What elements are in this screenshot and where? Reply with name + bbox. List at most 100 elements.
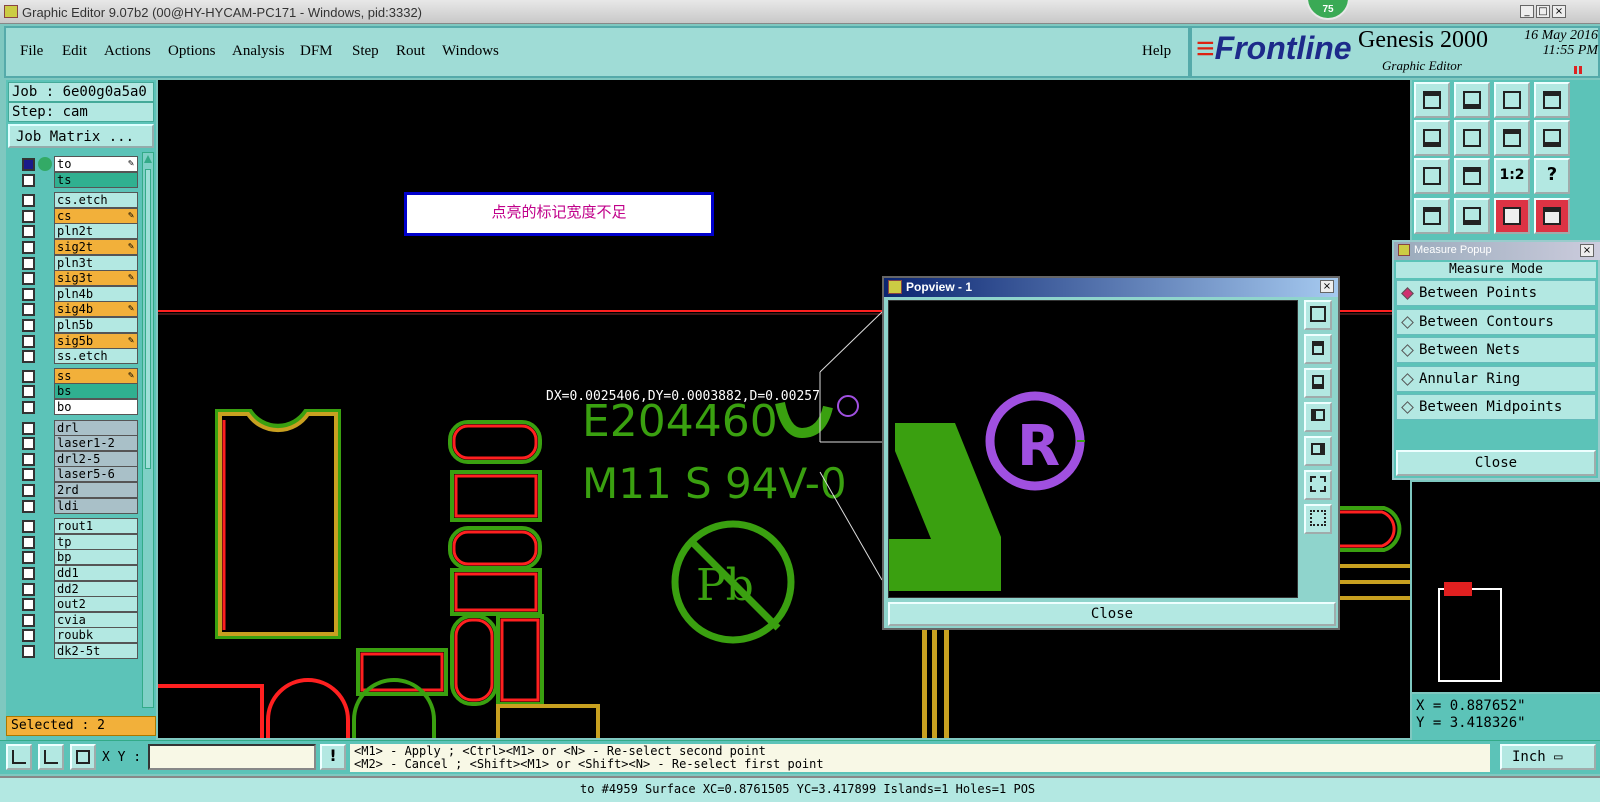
measure-option[interactable]: Between Nets	[1396, 337, 1596, 364]
layer-checkbox[interactable]	[22, 319, 35, 332]
popview-left-button[interactable]	[1304, 402, 1332, 432]
layer-row[interactable]: cs ✎	[22, 207, 138, 224]
layer-checkbox[interactable]	[22, 629, 35, 643]
popview-up-button[interactable]	[1304, 334, 1332, 364]
menu-help[interactable]: Help	[1142, 43, 1171, 60]
layer-checkbox[interactable]	[22, 369, 35, 383]
layer-row[interactable]: sig4b ✎	[22, 301, 138, 318]
pause-icon[interactable]	[1574, 66, 1582, 74]
net-b-button[interactable]	[1534, 198, 1570, 234]
layer-name[interactable]: pln2t	[54, 223, 138, 240]
layer-name[interactable]: sig4b ✎	[54, 301, 138, 318]
popview-right-button[interactable]	[1304, 436, 1332, 466]
measure-option[interactable]: Annular Ring	[1396, 365, 1596, 392]
layer-checkbox[interactable]	[22, 173, 35, 187]
zoom-fit-button[interactable]	[1534, 82, 1570, 118]
menu-actions[interactable]: Actions	[104, 43, 151, 60]
prev-button[interactable]	[1414, 120, 1450, 156]
menu-rout[interactable]: Rout	[396, 43, 425, 60]
zoom-extent-button[interactable]	[1414, 158, 1450, 194]
layer-name[interactable]: bp	[54, 549, 138, 566]
layer-name[interactable]: cs.etch	[54, 192, 138, 209]
menu-analysis[interactable]: Analysis	[232, 43, 285, 60]
layer-name[interactable]: cvia	[54, 611, 138, 628]
layer-checkbox[interactable]	[22, 598, 35, 612]
radio-diamond-icon[interactable]	[1401, 315, 1414, 329]
angle-button[interactable]	[38, 744, 64, 770]
scroll-up-icon[interactable]	[144, 155, 152, 163]
measure-option[interactable]: Between Midpoints	[1396, 394, 1596, 421]
layer-checkbox[interactable]	[22, 551, 35, 565]
layer-checkbox[interactable]	[22, 209, 35, 223]
layer-checkbox[interactable]	[22, 520, 35, 534]
overview-map[interactable]	[1412, 482, 1600, 692]
layer-checkbox[interactable]	[22, 499, 35, 513]
layer-name[interactable]: ldi	[54, 497, 138, 514]
layer-checkbox[interactable]	[22, 241, 35, 254]
layer-row[interactable]: 2rd	[22, 482, 138, 498]
home-button[interactable]	[1494, 82, 1530, 118]
layer-row[interactable]: dk2-5t	[22, 643, 138, 659]
layer-name[interactable]: ss ✎	[54, 367, 138, 384]
layer-row[interactable]: sig3t ✎	[22, 270, 138, 287]
next-button[interactable]	[1454, 120, 1490, 156]
measure-close-button[interactable]: Close	[1396, 450, 1596, 476]
layer-row[interactable]: pln3t	[22, 254, 138, 271]
layer-row[interactable]: cvia	[22, 611, 138, 628]
units-selector[interactable]: Inch ▭	[1500, 744, 1596, 770]
layer-checkbox[interactable]	[22, 613, 35, 627]
layer-checkbox[interactable]	[22, 468, 35, 482]
layer-name[interactable]: sig3t ✎	[54, 270, 138, 287]
layer-row[interactable]: bp	[22, 549, 138, 566]
layer-name[interactable]: bo	[54, 399, 138, 415]
popview-down-button[interactable]	[1304, 368, 1332, 398]
radio-diamond-icon[interactable]	[1401, 401, 1414, 415]
layer-checkbox[interactable]	[22, 194, 35, 208]
layer-name[interactable]: pln4b	[54, 285, 138, 302]
popview-canvas[interactable]: R	[888, 300, 1298, 598]
layer-row[interactable]: laser1-2	[22, 435, 138, 452]
layer-scrollbar[interactable]	[142, 152, 154, 708]
menu-file[interactable]: File	[20, 43, 43, 60]
layer-row[interactable]: out2	[22, 596, 138, 613]
popview-fit-button[interactable]	[1304, 470, 1332, 500]
menu-windows[interactable]: Windows	[442, 43, 499, 60]
measure-option[interactable]: Between Points	[1396, 280, 1596, 306]
layer-row[interactable]: drl2-5	[22, 450, 138, 467]
layer-name[interactable]: cs ✎	[54, 207, 138, 224]
layer-row[interactable]: ss.etch	[22, 348, 138, 365]
menu-options[interactable]: Options	[168, 43, 216, 60]
net-a-button[interactable]	[1494, 198, 1530, 234]
step-button[interactable]	[1534, 120, 1570, 156]
layer-name[interactable]: sig5b ✎	[54, 332, 138, 349]
radio-diamond-icon[interactable]	[1401, 344, 1414, 358]
snap-button[interactable]	[6, 744, 32, 770]
layer-name[interactable]: dd1	[54, 565, 138, 581]
menu-edit[interactable]: Edit	[62, 43, 87, 60]
popview-close-x-button[interactable]: ×	[1320, 280, 1334, 293]
measure-close-x-button[interactable]: ×	[1580, 244, 1594, 257]
layer-row[interactable]: laser5-6	[22, 466, 138, 483]
menu-step[interactable]: Step	[352, 43, 379, 60]
radio-diamond-icon[interactable]	[1401, 287, 1414, 300]
layer-checkbox[interactable]	[22, 437, 35, 451]
layer-row[interactable]: cs.etch	[22, 192, 138, 209]
layer-checkbox[interactable]	[22, 452, 35, 466]
layer-name[interactable]: bs	[54, 383, 138, 400]
layer-checkbox[interactable]	[22, 421, 35, 435]
layer-name[interactable]: tp	[54, 533, 138, 550]
layer-name[interactable]: drl2-5	[54, 450, 138, 467]
menu-dfm[interactable]: DFM	[300, 43, 333, 60]
redraw-button[interactable]	[1414, 198, 1450, 234]
layer-name[interactable]: ts	[54, 171, 138, 188]
measure-option[interactable]: Between Contours	[1396, 308, 1596, 335]
layer-name[interactable]: pln3t	[54, 254, 138, 271]
job-matrix-button[interactable]: Job Matrix ...	[8, 124, 154, 148]
layer-name[interactable]: out2	[54, 596, 138, 613]
layer-name[interactable]: laser5-6	[54, 466, 138, 483]
ratio-1-2-button[interactable]: 1:2	[1494, 158, 1530, 194]
layer-checkbox[interactable]	[22, 225, 35, 239]
layer-name[interactable]: ss.etch	[54, 348, 138, 365]
layer-row[interactable]: bs	[22, 383, 138, 400]
dual-button[interactable]	[1494, 120, 1530, 156]
